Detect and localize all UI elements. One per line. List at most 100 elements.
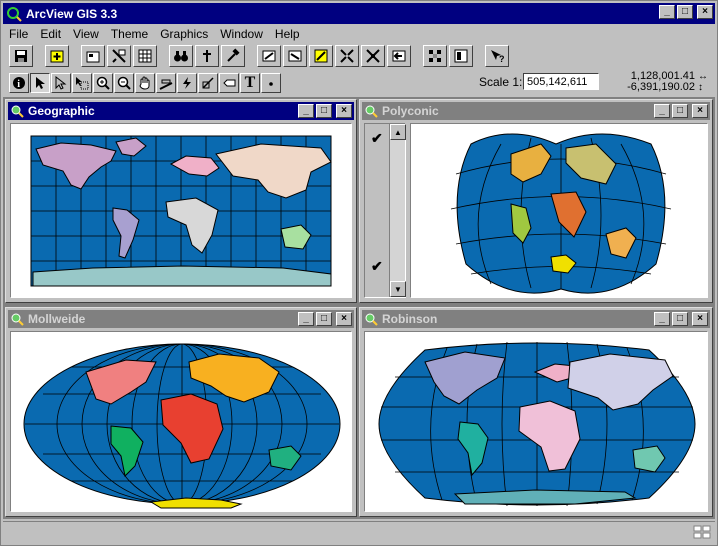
menu-window[interactable]: Window [214, 27, 269, 41]
open-table-button[interactable] [133, 45, 157, 67]
menu-view[interactable]: View [67, 27, 105, 41]
scroll-down-arrow-icon[interactable]: ▼ [390, 281, 406, 297]
menu-edit[interactable]: Edit [34, 27, 67, 41]
zoom-out-tool[interactable] [114, 73, 134, 93]
zoom-out-arrows-icon [366, 49, 380, 63]
find-button[interactable] [169, 45, 193, 67]
zoom-to-active-themes-button[interactable] [283, 45, 307, 67]
maximize-button[interactable]: □ [672, 104, 688, 118]
text-tool[interactable]: T [240, 73, 260, 93]
toc-scrollbar[interactable]: ▲ ▼ [389, 124, 406, 297]
pointer-arrow-icon [36, 77, 45, 89]
view-magnifier-icon [11, 105, 24, 118]
scroll-up-arrow-icon[interactable]: ▲ [390, 124, 406, 140]
select-feature-icon [76, 77, 89, 90]
svg-text:i: i [17, 79, 20, 90]
vertex-edit-tool[interactable] [51, 73, 71, 93]
save-project-button[interactable] [9, 45, 33, 67]
vertex-edit-icon [55, 76, 67, 90]
maximize-button[interactable]: □ [677, 5, 693, 19]
title-bar[interactable]: ArcView GIS 3.3 _ □ × [3, 3, 715, 24]
pan-tool[interactable] [135, 73, 155, 93]
lightning-icon [183, 77, 191, 89]
identify-tool[interactable]: i [9, 73, 29, 93]
zoom-in-button[interactable] [335, 45, 359, 67]
close-button[interactable]: × [336, 104, 352, 118]
query-builder-button[interactable] [221, 45, 245, 67]
hand-icon [139, 76, 150, 90]
svg-text:?: ? [499, 54, 505, 64]
measure-tool[interactable] [156, 73, 176, 93]
zoom-to-full-extent-button[interactable] [257, 45, 281, 67]
zoom-in-tool[interactable] [93, 73, 113, 93]
pointer-tool[interactable] [30, 73, 50, 93]
clear-selection-button[interactable] [449, 45, 473, 67]
mollweide-world-map [23, 343, 341, 509]
status-grid-icon [693, 525, 711, 539]
select-feature-tool[interactable] [72, 73, 92, 93]
minimize-button[interactable]: _ [654, 104, 670, 118]
map-display[interactable] [364, 331, 708, 512]
maximize-button[interactable]: □ [316, 312, 332, 326]
minimize-button[interactable]: _ [659, 5, 675, 19]
select-features-button[interactable] [423, 45, 447, 67]
close-button[interactable]: × [692, 104, 708, 118]
view-window-robinson[interactable]: Robinson _ □ × [359, 307, 713, 517]
table-of-contents: ✔ ✔ ▲ ▼ [364, 123, 406, 298]
zoom-previous-button[interactable] [387, 45, 411, 67]
menu-file[interactable]: File [3, 27, 34, 41]
arcview-window: ArcView GIS 3.3 _ □ × File Edit View The… [0, 0, 718, 546]
zoom-out-button[interactable] [361, 45, 385, 67]
arcview-globe-icon [7, 6, 22, 22]
minimize-button[interactable]: _ [654, 312, 670, 326]
map-display[interactable] [10, 123, 352, 298]
label-tool[interactable] [219, 73, 239, 93]
maximize-button[interactable]: □ [316, 104, 332, 118]
area-of-interest-icon [202, 77, 214, 89]
floppy-icon [15, 50, 27, 62]
map-display[interactable] [10, 331, 352, 512]
zoom-themes-icon [288, 50, 302, 62]
close-button[interactable]: × [692, 312, 708, 326]
close-button[interactable]: × [697, 5, 713, 19]
view-window-mollweide[interactable]: Mollweide _ □ × [5, 307, 357, 517]
menu-theme[interactable]: Theme [105, 27, 154, 41]
table-icon [138, 49, 152, 63]
close-button[interactable]: × [336, 312, 352, 326]
view-window-geographic[interactable]: Geographic _ □ × [5, 99, 357, 303]
view-title-bar[interactable]: Mollweide _ □ × [8, 310, 354, 328]
theme-visibility-checkbox[interactable]: ✔ [371, 258, 383, 275]
theme-properties-button[interactable] [81, 45, 105, 67]
draw-point-tool[interactable] [261, 73, 281, 93]
map-display[interactable] [410, 123, 708, 298]
scale-label: Scale 1: [479, 75, 523, 89]
view-title-bar[interactable]: Robinson _ □ × [362, 310, 710, 328]
help-arrow-icon: ? [491, 50, 505, 64]
view-window-polyconic[interactable]: Polyconic _ □ × ✔ ✔ ▲ ▼ [359, 99, 713, 303]
menu-bar: File Edit View Theme Graphics Window Hel… [3, 25, 306, 43]
scale-input[interactable] [523, 73, 599, 90]
geographic-world-map [30, 135, 332, 287]
minimize-button[interactable]: _ [298, 104, 314, 118]
locate-address-button[interactable] [195, 45, 219, 67]
view-title-bar[interactable]: Geographic _ □ × [8, 102, 354, 120]
minimize-button[interactable]: _ [298, 312, 314, 326]
add-theme-icon [50, 50, 64, 63]
menu-help[interactable]: Help [269, 27, 306, 41]
cursor-coordinates: 1,128,001.41 -6,391,190.02 [607, 71, 695, 93]
hot-link-tool[interactable] [177, 73, 197, 93]
add-theme-button[interactable] [45, 45, 69, 67]
view-title-bar[interactable]: Polyconic _ □ × [362, 102, 710, 120]
area-of-interest-tool[interactable] [198, 73, 218, 93]
theme-visibility-checkbox[interactable]: ✔ [371, 130, 383, 147]
edit-legend-button[interactable] [107, 45, 131, 67]
maximize-button[interactable]: □ [672, 312, 688, 326]
coordinate-y: -6,391,190.02 [627, 81, 695, 93]
locate-icon [203, 50, 211, 62]
help-button[interactable]: ? [485, 45, 509, 67]
zoom-to-selected-button[interactable] [309, 45, 333, 67]
document-area: Geographic _ □ × Polyconic _ □ × ✔ ✔ ▲ ▼… [3, 97, 715, 519]
view-magnifier-icon [365, 105, 378, 118]
menu-graphics[interactable]: Graphics [154, 27, 214, 41]
full-extent-icon [262, 50, 276, 62]
